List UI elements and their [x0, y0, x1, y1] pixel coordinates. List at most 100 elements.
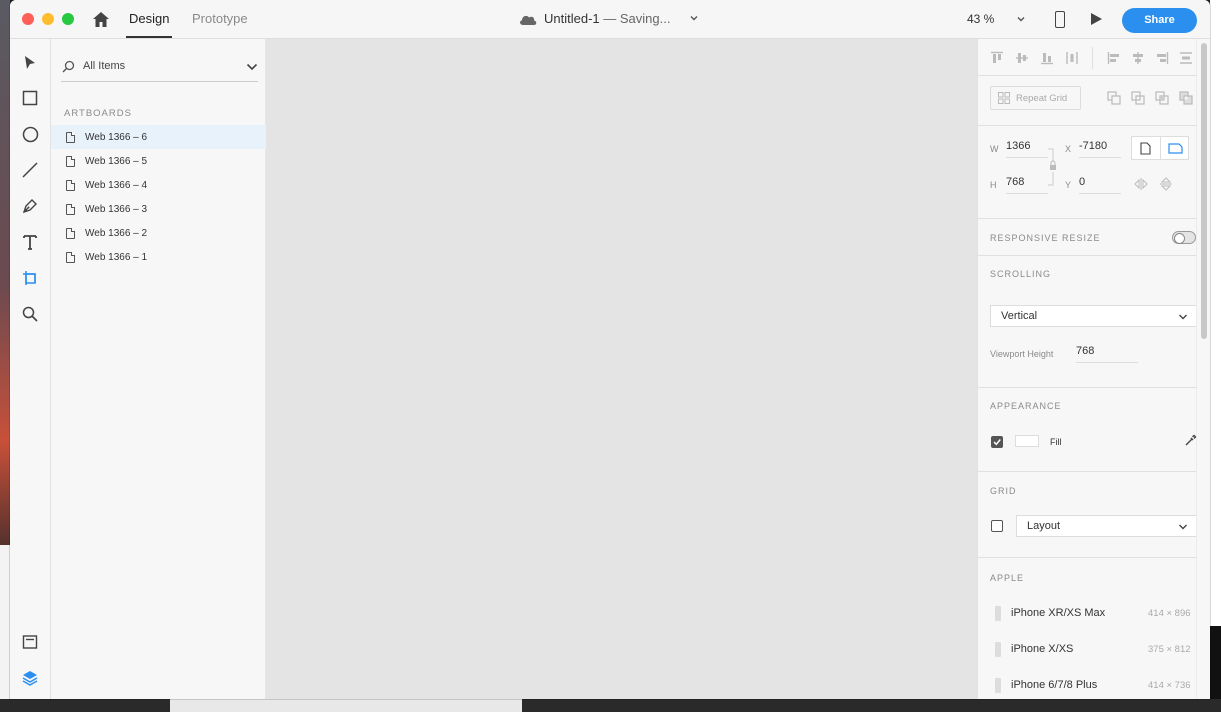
select-tool-icon[interactable] [20, 53, 40, 73]
viewport-height-label: Viewport Height [990, 349, 1054, 359]
grid-checkbox[interactable] [991, 520, 1003, 532]
artboard-icon [66, 131, 75, 143]
artboard-icon [66, 179, 75, 191]
layers-panel-icon[interactable] [20, 668, 40, 688]
device-size: 414 × 736 [1148, 680, 1191, 691]
lock-aspect-icon[interactable] [1047, 148, 1061, 186]
distribute-vertical-icon[interactable] [1065, 51, 1079, 65]
list-item[interactable]: Web 1366 – 3 [51, 197, 266, 221]
line-tool-icon[interactable] [20, 160, 40, 180]
scrolling-title: SCROLLING [990, 269, 1052, 279]
rectangle-tool-icon[interactable] [20, 88, 40, 108]
height-field[interactable]: 768 [1006, 176, 1048, 194]
share-button[interactable]: Share [1122, 8, 1197, 33]
repeat-grid-button[interactable]: Repeat Grid [990, 86, 1081, 110]
home-icon[interactable] [92, 11, 110, 28]
zoom-window-button[interactable] [62, 13, 74, 25]
divider [1160, 137, 1161, 159]
search-icon [62, 60, 75, 73]
scrollbar-thumb[interactable] [1201, 43, 1207, 339]
phone-icon [995, 606, 1001, 621]
width-field[interactable]: 1366 [1006, 140, 1048, 158]
scrolling-mode-select[interactable]: Vertical [990, 305, 1196, 327]
align-center-icon[interactable] [1131, 51, 1145, 65]
list-item[interactable]: Web 1366 – 1 [51, 245, 266, 269]
grid-type-value: Layout [1027, 520, 1061, 532]
align-middle-icon[interactable] [1015, 51, 1029, 65]
zoom-tool-icon[interactable] [20, 304, 40, 324]
design-canvas[interactable] [266, 39, 977, 699]
align-left-icon[interactable] [1107, 51, 1121, 65]
list-item[interactable]: Web 1366 – 4 [51, 173, 266, 197]
repeat-grid-section: Repeat Grid [978, 76, 1196, 126]
boolean-add-icon[interactable] [1107, 91, 1122, 106]
zoom-level[interactable]: 43 % [967, 12, 994, 26]
portrait-icon[interactable] [1140, 142, 1151, 155]
appearance-section: APPEARANCE Fill [978, 388, 1196, 472]
tab-prototype[interactable]: Prototype [192, 11, 248, 26]
device-size: 414 × 896 [1148, 608, 1191, 619]
responsive-resize-label: RESPONSIVE RESIZE [990, 233, 1101, 243]
tab-design[interactable]: Design [125, 11, 173, 38]
y-field[interactable]: 0 [1079, 176, 1121, 194]
artboard-icon [66, 227, 75, 239]
list-item[interactable]: iPhone X/XS 375 × 812 [978, 638, 1196, 662]
close-window-button[interactable] [22, 13, 34, 25]
artboard-label: Web 1366 – 1 [85, 251, 148, 263]
align-bottom-icon[interactable] [1040, 51, 1054, 65]
eyedropper-icon[interactable] [1184, 434, 1196, 447]
ellipse-tool-icon[interactable] [20, 124, 40, 144]
text-tool-icon[interactable] [20, 232, 40, 252]
viewport-height-field[interactable]: 768 [1076, 345, 1138, 363]
align-right-icon[interactable] [1155, 51, 1169, 65]
artboard-icon [66, 251, 75, 263]
layer-filter[interactable]: All Items [61, 54, 258, 82]
repeat-grid-label: Repeat Grid [1016, 92, 1068, 104]
inspector-scrollbar[interactable] [1196, 39, 1210, 699]
landscape-icon[interactable] [1168, 143, 1183, 154]
document-title[interactable]: Untitled-1 — Saving... [544, 11, 670, 26]
responsive-resize-section: RESPONSIVE RESIZE [978, 219, 1196, 256]
grid-type-select[interactable]: Layout [1016, 515, 1196, 537]
responsive-resize-toggle[interactable] [1172, 231, 1196, 244]
flip-vertical-icon[interactable] [1160, 177, 1172, 191]
list-item[interactable]: iPhone XR/XS Max 414 × 896 [978, 602, 1196, 626]
height-label: H [990, 180, 997, 190]
flip-horizontal-icon[interactable] [1134, 178, 1148, 190]
play-icon[interactable] [1089, 12, 1103, 26]
artboard-icon [66, 203, 75, 215]
distribute-horizontal-icon[interactable] [1179, 51, 1193, 65]
layers-panel: All Items ARTBOARDS Web 1366 – 6 Web 136… [51, 39, 266, 699]
y-label: Y [1065, 180, 1072, 190]
artboards-section-label: ARTBOARDS [64, 108, 132, 119]
assets-panel-icon[interactable] [20, 632, 40, 652]
chevron-down-icon[interactable] [689, 13, 699, 23]
phone-icon [995, 642, 1001, 657]
list-item[interactable]: iPhone 6/7/8 Plus 414 × 736 [978, 674, 1196, 698]
list-item[interactable]: Web 1366 – 2 [51, 221, 266, 245]
list-item[interactable]: Web 1366 – 6 [51, 125, 266, 149]
xd-window: Design Prototype Untitled-1 — Saving... … [10, 0, 1210, 699]
list-item[interactable]: Web 1366 – 5 [51, 149, 266, 173]
boolean-intersect-icon[interactable] [1155, 91, 1170, 106]
zoom-chevron-down-icon[interactable] [1016, 14, 1026, 24]
transform-section: W 1366 H 768 X -7180 Y 0 [978, 126, 1196, 219]
device-preview-icon[interactable] [1055, 11, 1065, 28]
boolean-exclude-icon[interactable] [1179, 91, 1194, 106]
artboard-label: Web 1366 – 4 [85, 179, 148, 191]
document-name: Untitled-1 [544, 11, 600, 26]
minimize-window-button[interactable] [42, 13, 54, 25]
title-bar: Design Prototype Untitled-1 — Saving... … [10, 0, 1210, 39]
pen-tool-icon[interactable] [20, 196, 40, 216]
align-top-icon[interactable] [990, 51, 1004, 65]
chevron-down-icon[interactable] [246, 61, 258, 73]
x-field[interactable]: -7180 [1079, 140, 1121, 158]
device-name: iPhone X/XS [1011, 643, 1074, 655]
background-window-fragment [0, 545, 10, 712]
grid-section: GRID Layout [978, 472, 1196, 558]
fill-checkbox[interactable] [991, 436, 1003, 448]
fill-color-swatch[interactable] [1015, 435, 1039, 447]
artboard-tool-icon[interactable] [20, 268, 40, 288]
boolean-subtract-icon[interactable] [1131, 91, 1146, 106]
device-size: 375 × 812 [1148, 644, 1191, 655]
